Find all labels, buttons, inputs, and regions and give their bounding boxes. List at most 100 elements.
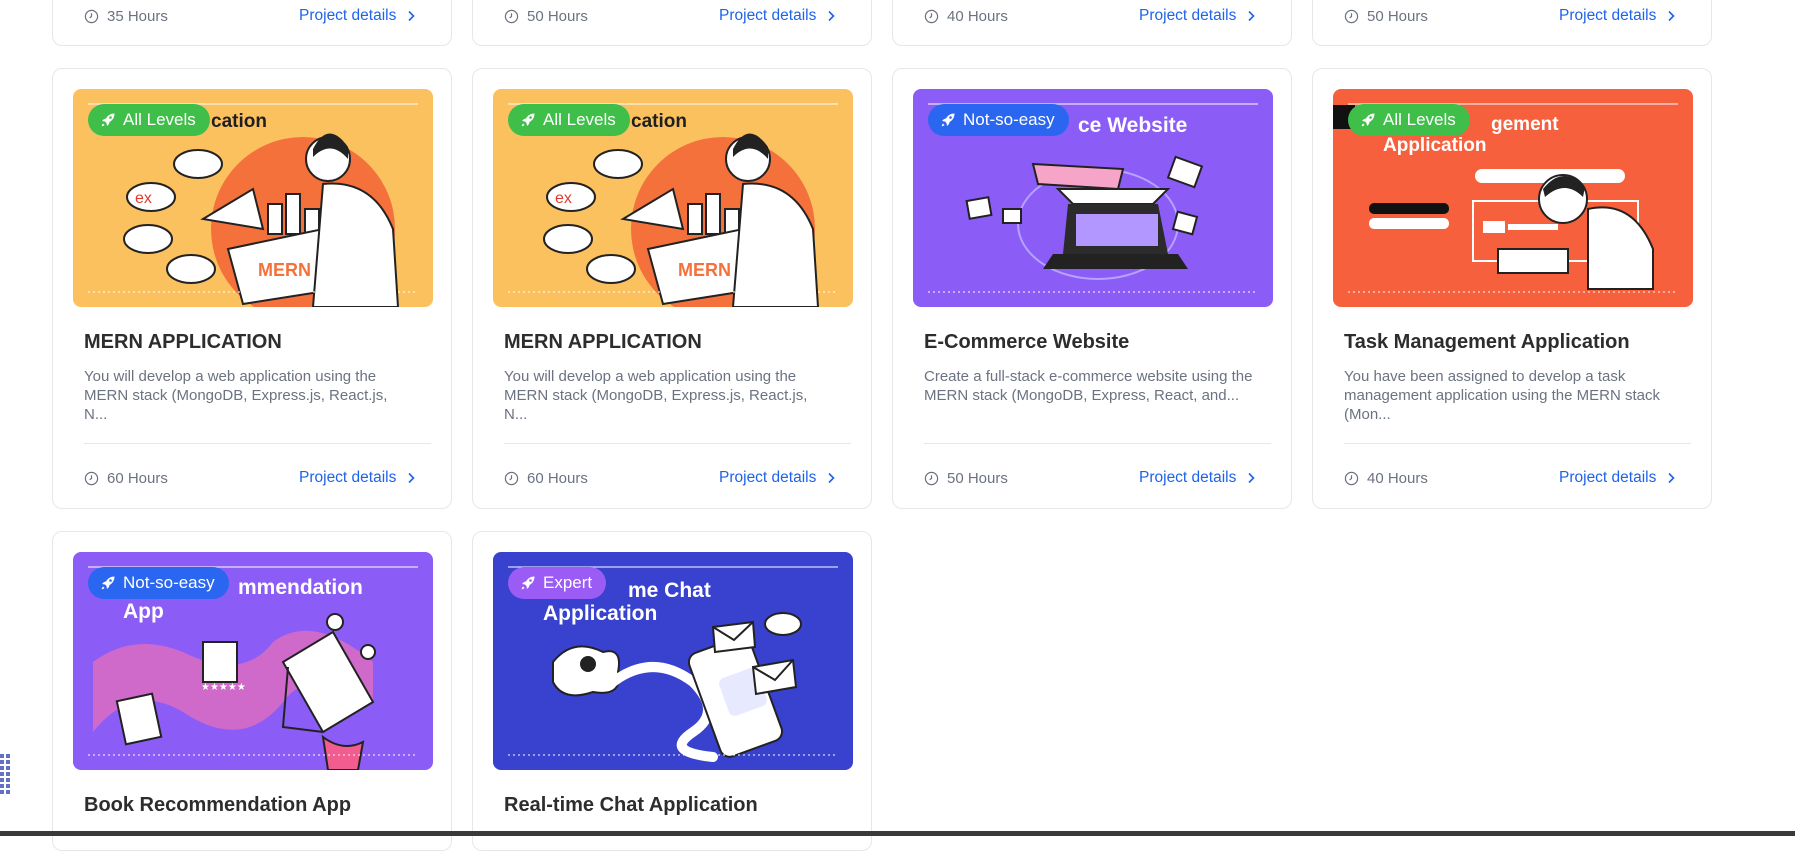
chevron-right-icon [408, 472, 415, 484]
project-title[interactable]: MERN APPLICATION [504, 331, 702, 354]
project-thumbnail[interactable]: mmendation App ★★★★★ Not-so-easy [73, 552, 433, 770]
hours-text: 50 Hours [947, 470, 1008, 487]
image-caption: me Chat [628, 579, 711, 602]
rocket-icon [101, 576, 115, 590]
svg-text:MERN: MERN [258, 260, 311, 280]
project-card[interactable]: me Chat Application Expert Real-time Cha… [472, 531, 872, 851]
level-label: Not-so-easy [963, 110, 1055, 129]
hours-info: 50 Hours [924, 470, 1008, 487]
grid-dots-icon[interactable] [0, 754, 14, 796]
image-caption-2: App [123, 600, 164, 623]
hours-info: 50 Hours [504, 8, 588, 25]
project-card[interactable]: gement Application All Levels Task Manag… [1312, 68, 1712, 509]
level-label: All Levels [1383, 110, 1456, 129]
project-details-label: Project details [719, 469, 817, 486]
image-caption: mmendation [238, 576, 363, 599]
rocket-icon [101, 113, 115, 127]
project-card: 35 Hours Project details [52, 0, 452, 46]
clock-icon [84, 471, 99, 486]
project-title[interactable]: MERN APPLICATION [84, 331, 282, 354]
chevron-right-icon [1248, 472, 1255, 484]
project-details-label: Project details [1559, 469, 1657, 486]
level-badge: Not-so-easy [88, 567, 229, 599]
rocket-icon [1361, 113, 1375, 127]
clock-icon [924, 471, 939, 486]
clock-icon [504, 471, 519, 486]
svg-text:ex: ex [135, 190, 152, 207]
project-thumbnail[interactable]: me Chat Application Expert [493, 552, 853, 770]
project-thumbnail[interactable]: cation ex MERN All Levels [493, 89, 853, 307]
project-details-label: Project details [1559, 7, 1657, 24]
project-details-link[interactable]: Project details [1139, 7, 1256, 25]
project-details-link[interactable]: Project details [299, 7, 416, 25]
window-bottom-edge [0, 831, 1795, 836]
chevron-right-icon [1668, 10, 1675, 22]
hours-text: 50 Hours [527, 8, 588, 25]
clock-icon [84, 9, 99, 24]
rocket-icon [521, 113, 535, 127]
project-thumbnail[interactable]: cation ex MERN All Levels [73, 89, 433, 307]
image-caption: gement [1491, 114, 1559, 135]
project-details-label: Project details [299, 469, 397, 486]
hours-info: 35 Hours [84, 8, 168, 25]
hours-text: 40 Hours [947, 8, 1008, 25]
hours-info: 40 Hours [1344, 470, 1428, 487]
level-label: All Levels [543, 110, 616, 129]
project-details-link[interactable]: Project details [1559, 7, 1676, 25]
project-description: You will develop a web application using… [84, 368, 388, 423]
image-caption: ce Website [1078, 114, 1187, 137]
svg-text:MERN: MERN [678, 260, 731, 280]
project-title[interactable]: E-Commerce Website [924, 331, 1129, 354]
project-details-label: Project details [719, 7, 817, 24]
svg-text:ex: ex [555, 190, 572, 207]
project-card: 50 Hours Project details [1312, 0, 1712, 46]
level-badge: All Levels [508, 104, 630, 136]
rocket-icon [941, 113, 955, 127]
level-label: All Levels [123, 110, 196, 129]
project-thumbnail[interactable]: gement Application All Levels [1333, 89, 1693, 307]
project-details-link[interactable]: Project details [299, 469, 416, 487]
project-card[interactable]: mmendation App ★★★★★ Not-so-easy Book Re… [52, 531, 452, 851]
hours-text: 60 Hours [107, 470, 168, 487]
level-badge: All Levels [1348, 104, 1470, 136]
chevron-right-icon [828, 472, 835, 484]
project-details-link[interactable]: Project details [719, 469, 836, 487]
project-details-link[interactable]: Project details [1139, 469, 1256, 487]
clock-icon [1344, 9, 1359, 24]
svg-text:★★★★★: ★★★★★ [201, 682, 246, 693]
project-title[interactable]: Book Recommendation App [84, 794, 351, 817]
project-description: You have been assigned to develop a task… [1344, 368, 1660, 423]
project-card: 50 Hours Project details [472, 0, 872, 46]
hours-info: 50 Hours [1344, 8, 1428, 25]
clock-icon [924, 9, 939, 24]
hours-text: 35 Hours [107, 8, 168, 25]
hours-text: 50 Hours [1367, 8, 1428, 25]
project-title[interactable]: Real-time Chat Application [504, 794, 758, 817]
chevron-right-icon [828, 10, 835, 22]
divider [1344, 443, 1691, 444]
project-details-label: Project details [1139, 469, 1237, 486]
project-details-link[interactable]: Project details [1559, 469, 1676, 487]
project-description: Create a full-stack e-commerce website u… [924, 368, 1253, 404]
divider [84, 443, 431, 444]
project-card[interactable]: cation ex MERN All Levels MERN APPLICATI… [472, 68, 872, 509]
image-caption-2: Application [1383, 135, 1486, 156]
divider [504, 443, 851, 444]
project-card[interactable]: cation ex MERN All Levels MERN APPLICATI… [52, 68, 452, 509]
project-details-label: Project details [1139, 7, 1237, 24]
project-card: 40 Hours Project details [892, 0, 1292, 46]
image-caption: cation [211, 111, 267, 132]
image-caption-2: Application [543, 602, 657, 625]
level-label: Expert [543, 573, 593, 592]
project-details-label: Project details [299, 7, 397, 24]
level-badge: All Levels [88, 104, 210, 136]
hours-info: 40 Hours [924, 8, 1008, 25]
level-label: Not-so-easy [123, 573, 215, 592]
project-details-link[interactable]: Project details [719, 7, 836, 25]
project-title[interactable]: Task Management Application [1344, 331, 1630, 354]
hours-text: 40 Hours [1367, 470, 1428, 487]
image-caption: cation [631, 111, 687, 132]
project-card[interactable]: ce Website Not-so-easy E-Commerce Websit… [892, 68, 1292, 509]
project-thumbnail[interactable]: ce Website Not-so-easy [913, 89, 1273, 307]
hours-info: 60 Hours [504, 470, 588, 487]
